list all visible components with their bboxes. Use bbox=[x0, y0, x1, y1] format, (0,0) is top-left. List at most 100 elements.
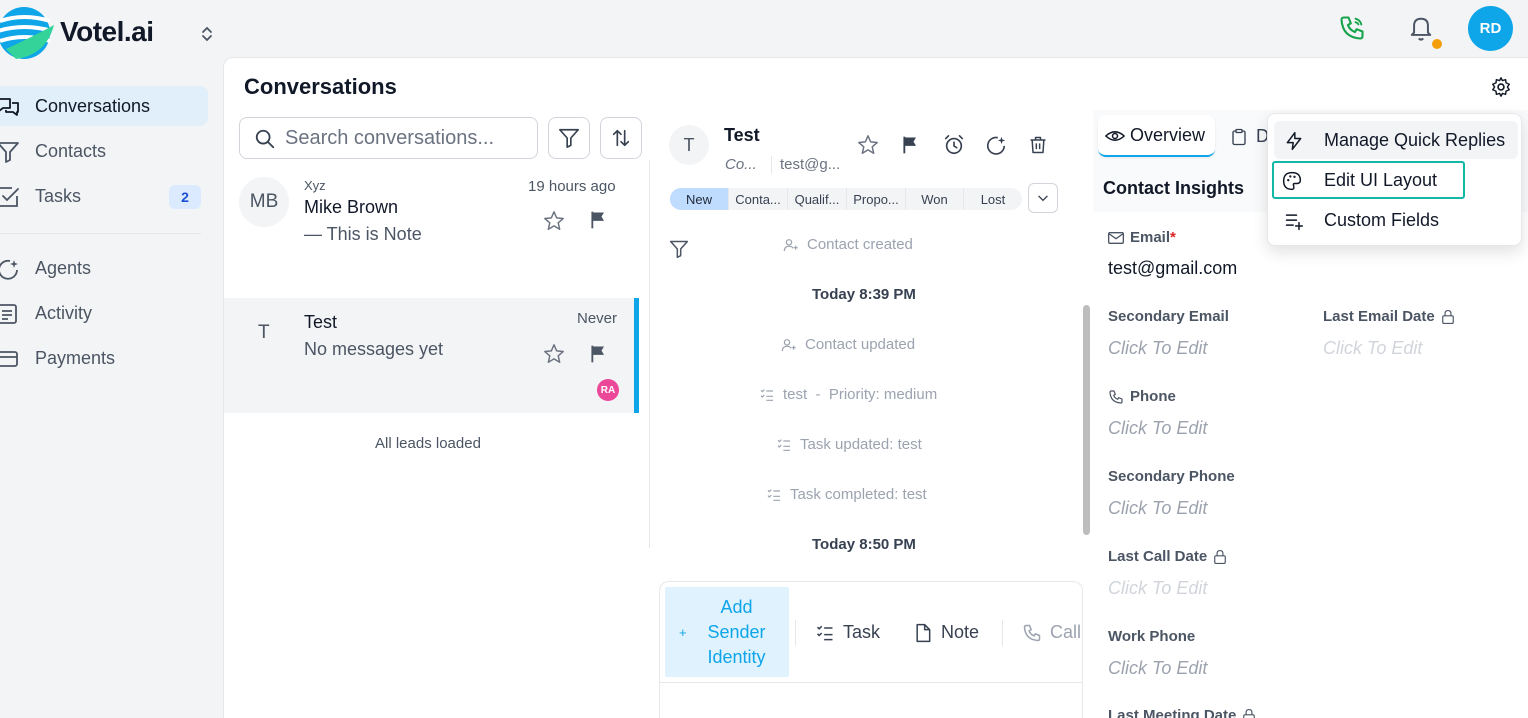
add-sender-line: Add bbox=[720, 597, 753, 617]
tab-details[interactable]: D bbox=[1230, 126, 1269, 147]
timeline-scrollbar[interactable] bbox=[1083, 305, 1090, 535]
star-icon[interactable] bbox=[543, 210, 565, 232]
lock-icon bbox=[1441, 309, 1455, 325]
email-label: Email * bbox=[1108, 229, 1176, 246]
phone-icon bbox=[1108, 389, 1124, 405]
timeline-timestamp: Today 8:50 PM bbox=[812, 536, 916, 553]
stage-proposal[interactable]: Propo... bbox=[847, 188, 906, 210]
flag-icon[interactable] bbox=[901, 135, 921, 155]
tasks-count-badge: 2 bbox=[169, 185, 201, 209]
composer-task-tab[interactable]: Task bbox=[815, 622, 880, 643]
flag-icon[interactable] bbox=[589, 344, 609, 364]
work-phone-value[interactable]: Click To Edit bbox=[1108, 658, 1207, 679]
votel-logo-icon[interactable] bbox=[0, 5, 56, 63]
add-sender-line: Identity bbox=[707, 647, 766, 667]
last-meeting-date-label: Last Meeting Date bbox=[1108, 707, 1256, 718]
menu-item-custom-fields[interactable]: Custom Fields bbox=[1274, 201, 1518, 239]
timeline-text: Contact updated bbox=[805, 336, 916, 353]
contact-email-short: test@g... bbox=[780, 156, 841, 173]
lightning-bolt-icon bbox=[1284, 131, 1304, 151]
timeline-filter-icon[interactable] bbox=[669, 239, 689, 259]
menu-item-label: Custom Fields bbox=[1324, 209, 1440, 230]
timeline-text: Task completed: test bbox=[790, 486, 927, 503]
eye-icon bbox=[1105, 126, 1125, 146]
sidebar-item-label: Contacts bbox=[35, 140, 107, 161]
sidebar-item-activity[interactable]: Activity bbox=[0, 293, 208, 333]
assignee-avatar: RA bbox=[597, 379, 619, 401]
conversation-time: 19 hours ago bbox=[528, 178, 616, 195]
secondary-phone-label: Secondary Phone bbox=[1108, 468, 1235, 485]
ai-sparkle-icon[interactable] bbox=[985, 134, 1007, 156]
phone-value[interactable]: Click To Edit bbox=[1108, 418, 1207, 439]
trash-icon[interactable] bbox=[1028, 134, 1048, 156]
sort-button[interactable] bbox=[600, 117, 642, 159]
header-separator bbox=[771, 156, 772, 174]
phone-active-icon[interactable] bbox=[1338, 14, 1366, 42]
credit-card-icon bbox=[0, 347, 20, 371]
composer-note-tab[interactable]: Note bbox=[913, 622, 979, 643]
timeline-text: test - Priority: medium bbox=[783, 386, 938, 403]
search-input[interactable] bbox=[285, 126, 525, 150]
notifications-bell-icon[interactable] bbox=[1407, 13, 1435, 43]
user-avatar[interactable]: RD bbox=[1468, 6, 1513, 51]
stage-contacted[interactable]: Conta... bbox=[729, 188, 788, 210]
user-plus-icon bbox=[781, 337, 797, 353]
user-plus-icon bbox=[783, 237, 799, 253]
chevron-down-icon bbox=[1036, 191, 1050, 205]
work-phone-label: Work Phone bbox=[1108, 628, 1196, 645]
stages-expand-button[interactable] bbox=[1028, 183, 1058, 213]
timeline-timestamp: Today 8:39 PM bbox=[812, 286, 916, 303]
task-list-icon bbox=[759, 387, 775, 403]
composer-divider bbox=[659, 682, 1083, 683]
stage-lost[interactable]: Lost bbox=[964, 188, 1022, 210]
email-value[interactable]: test@gmail.com bbox=[1108, 258, 1237, 279]
task-list-icon bbox=[766, 487, 782, 503]
notification-dot bbox=[1432, 39, 1442, 49]
composer-call-tab[interactable]: Call bbox=[1022, 622, 1082, 643]
timeline-event: Contact created bbox=[783, 236, 913, 253]
add-sender-identity-button[interactable]: + Add Sender Identity bbox=[665, 587, 789, 677]
sidebar-item-label: Activity bbox=[35, 302, 93, 323]
sidebar-item-label: Conversations bbox=[35, 95, 151, 116]
sidebar-item-label: Tasks bbox=[35, 185, 82, 206]
conversation-name: Test bbox=[304, 312, 338, 332]
settings-dropdown-menu: Manage Quick Replies Edit UI Layout Cust… bbox=[1267, 113, 1522, 246]
menu-item-edit-ui-layout[interactable]: Edit UI Layout bbox=[1272, 161, 1465, 199]
secondary-phone-value[interactable]: Click To Edit bbox=[1108, 498, 1207, 519]
note-document-icon bbox=[913, 623, 933, 643]
settings-gear-icon[interactable] bbox=[1490, 76, 1512, 98]
timeline-event: test - Priority: medium bbox=[759, 386, 937, 403]
stage-qualified[interactable]: Qualif... bbox=[788, 188, 847, 210]
secondary-email-label: Secondary Email bbox=[1108, 308, 1229, 325]
palette-icon bbox=[1282, 171, 1302, 191]
conversation-label: Xyz bbox=[304, 178, 326, 193]
search-icon bbox=[254, 128, 276, 150]
clipboard-icon bbox=[1230, 127, 1248, 147]
page-title: Conversations bbox=[244, 74, 397, 99]
stage-won[interactable]: Won bbox=[906, 188, 964, 210]
contact-avatar: MB bbox=[239, 177, 289, 227]
flag-icon[interactable] bbox=[589, 210, 609, 230]
sidebar-item-conversations[interactable]: Conversations bbox=[0, 86, 208, 126]
menu-item-manage-quick-replies[interactable]: Manage Quick Replies bbox=[1274, 121, 1518, 159]
sidebar-divider bbox=[0, 233, 201, 234]
secondary-email-value[interactable]: Click To Edit bbox=[1108, 338, 1207, 359]
list-plus-icon bbox=[1284, 211, 1304, 231]
sidebar-item-agents[interactable]: Agents bbox=[0, 248, 208, 288]
tab-overview[interactable]: Overview bbox=[1098, 115, 1215, 157]
filter-button[interactable] bbox=[548, 117, 590, 159]
sidebar-item-contacts[interactable]: Contacts bbox=[0, 131, 208, 171]
sidebar-item-payments[interactable]: Payments bbox=[0, 338, 208, 378]
timeline-text: Task updated: test bbox=[800, 436, 922, 453]
column-divider bbox=[649, 160, 650, 548]
conversation-name: Mike Brown bbox=[304, 197, 399, 217]
last-call-date-value: Click To Edit bbox=[1108, 578, 1208, 598]
stage-new[interactable]: New bbox=[670, 188, 729, 210]
workspace-switcher-icon[interactable] bbox=[199, 24, 215, 44]
brand-name[interactable]: Votel.ai bbox=[60, 16, 154, 48]
star-icon[interactable] bbox=[857, 134, 879, 156]
list-footer: All leads loaded bbox=[375, 435, 481, 452]
alarm-clock-icon[interactable] bbox=[943, 134, 965, 156]
star-icon[interactable] bbox=[543, 343, 565, 365]
last-call-date-label: Last Call Date bbox=[1108, 548, 1227, 565]
